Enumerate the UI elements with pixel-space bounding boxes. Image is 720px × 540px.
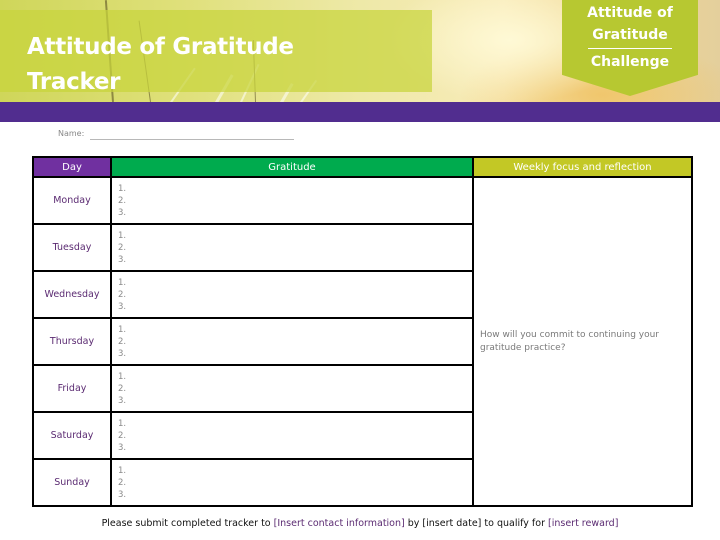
gratitude-item-number: 1.	[118, 324, 127, 335]
footer-prefix: Please submit completed tracker to	[101, 518, 274, 529]
gratitude-item-number: 2.	[118, 195, 127, 206]
gratitude-item-number: 1.	[118, 277, 127, 288]
day-cell: Wednesday	[32, 270, 112, 319]
table-header-row: Day Gratitude Weekly focus and reflectio…	[32, 156, 693, 178]
gratitude-item-number: 3.	[118, 489, 127, 500]
day-cell: Sunday	[32, 458, 112, 507]
gratitude-item-number: 3.	[118, 254, 127, 265]
gratitude-item-number: 2.	[118, 477, 127, 488]
gratitude-item-number: 2.	[118, 242, 127, 253]
challenge-badge: Attitude of Gratitude Challenge	[562, 0, 698, 96]
badge-line-1: Attitude of	[587, 5, 673, 21]
purple-divider-bar	[0, 102, 720, 122]
gratitude-item-number: 1.	[118, 230, 127, 241]
page-title: Attitude of Gratitude Tracker	[27, 30, 327, 100]
badge-divider	[588, 48, 672, 49]
gratitude-item-number: 1.	[118, 465, 127, 476]
footer-middle: by [insert date] to qualify for	[404, 518, 548, 529]
gratitude-item-number: 2.	[118, 289, 127, 300]
gratitude-item-number: 3.	[118, 207, 127, 218]
gratitude-entry-cell[interactable]: 1. 2. 3.	[110, 176, 474, 225]
gratitude-entry-cell[interactable]: 1. 2. 3.	[110, 317, 474, 366]
header-weekly-focus: Weekly focus and reflection	[472, 156, 693, 178]
title-line-2: Tracker	[27, 69, 121, 95]
gratitude-item-number: 3.	[118, 442, 127, 453]
table-row: Monday 1. 2. 3. How will you commit to conti…	[32, 176, 693, 507]
day-cell: Saturday	[32, 411, 112, 460]
gratitude-item-number: 3.	[118, 348, 127, 359]
badge-title: Attitude of Gratitude	[562, 2, 698, 46]
header-gratitude: Gratitude	[110, 156, 474, 178]
name-label: Name:	[58, 129, 85, 138]
badge-line-3: Challenge	[590, 54, 670, 70]
gratitude-item-number: 1.	[118, 371, 127, 382]
day-cell: Friday	[32, 364, 112, 413]
name-field[interactable]	[90, 139, 294, 140]
footer-reward: [insert reward]	[548, 518, 619, 529]
gratitude-item-number: 2.	[118, 336, 127, 347]
header-day: Day	[32, 156, 112, 178]
gratitude-item-number: 1.	[118, 183, 127, 194]
badge-line-2: Gratitude	[592, 27, 668, 43]
weekly-reflection-cell[interactable]: How will you commit to continuing your g…	[472, 176, 693, 507]
gratitude-item-number: 3.	[118, 395, 127, 406]
weekly-prompt: How will you commit to continuing your g…	[480, 329, 660, 353]
gratitude-entry-cell[interactable]: 1. 2. 3.	[110, 411, 474, 460]
footer-instructions: Please submit completed tracker to [Inse…	[0, 518, 720, 529]
header-banner: Attitude of Gratitude Tracker Attitude o…	[0, 0, 720, 102]
gratitude-entry-cell[interactable]: 1. 2. 3.	[110, 270, 474, 319]
day-cell: Monday	[32, 176, 112, 225]
gratitude-entry-cell[interactable]: 1. 2. 3.	[110, 364, 474, 413]
gratitude-item-number: 2.	[118, 383, 127, 394]
gratitude-entry-cell[interactable]: 1. 2. 3.	[110, 458, 474, 507]
gratitude-item-number: 1.	[118, 418, 127, 429]
title-line-1: Attitude of Gratitude	[27, 34, 294, 60]
title-box: Attitude of Gratitude Tracker	[0, 10, 432, 95]
day-cell: Tuesday	[32, 223, 112, 272]
footer-contact: [Insert contact information]	[273, 518, 405, 529]
gratitude-item-number: 3.	[118, 301, 127, 312]
day-cell: Thursday	[32, 317, 112, 366]
gratitude-item-number: 2.	[118, 430, 127, 441]
gratitude-entry-cell[interactable]: 1. 2. 3.	[110, 223, 474, 272]
gratitude-tracker-table: Day Gratitude Weekly focus and reflectio…	[32, 156, 693, 507]
